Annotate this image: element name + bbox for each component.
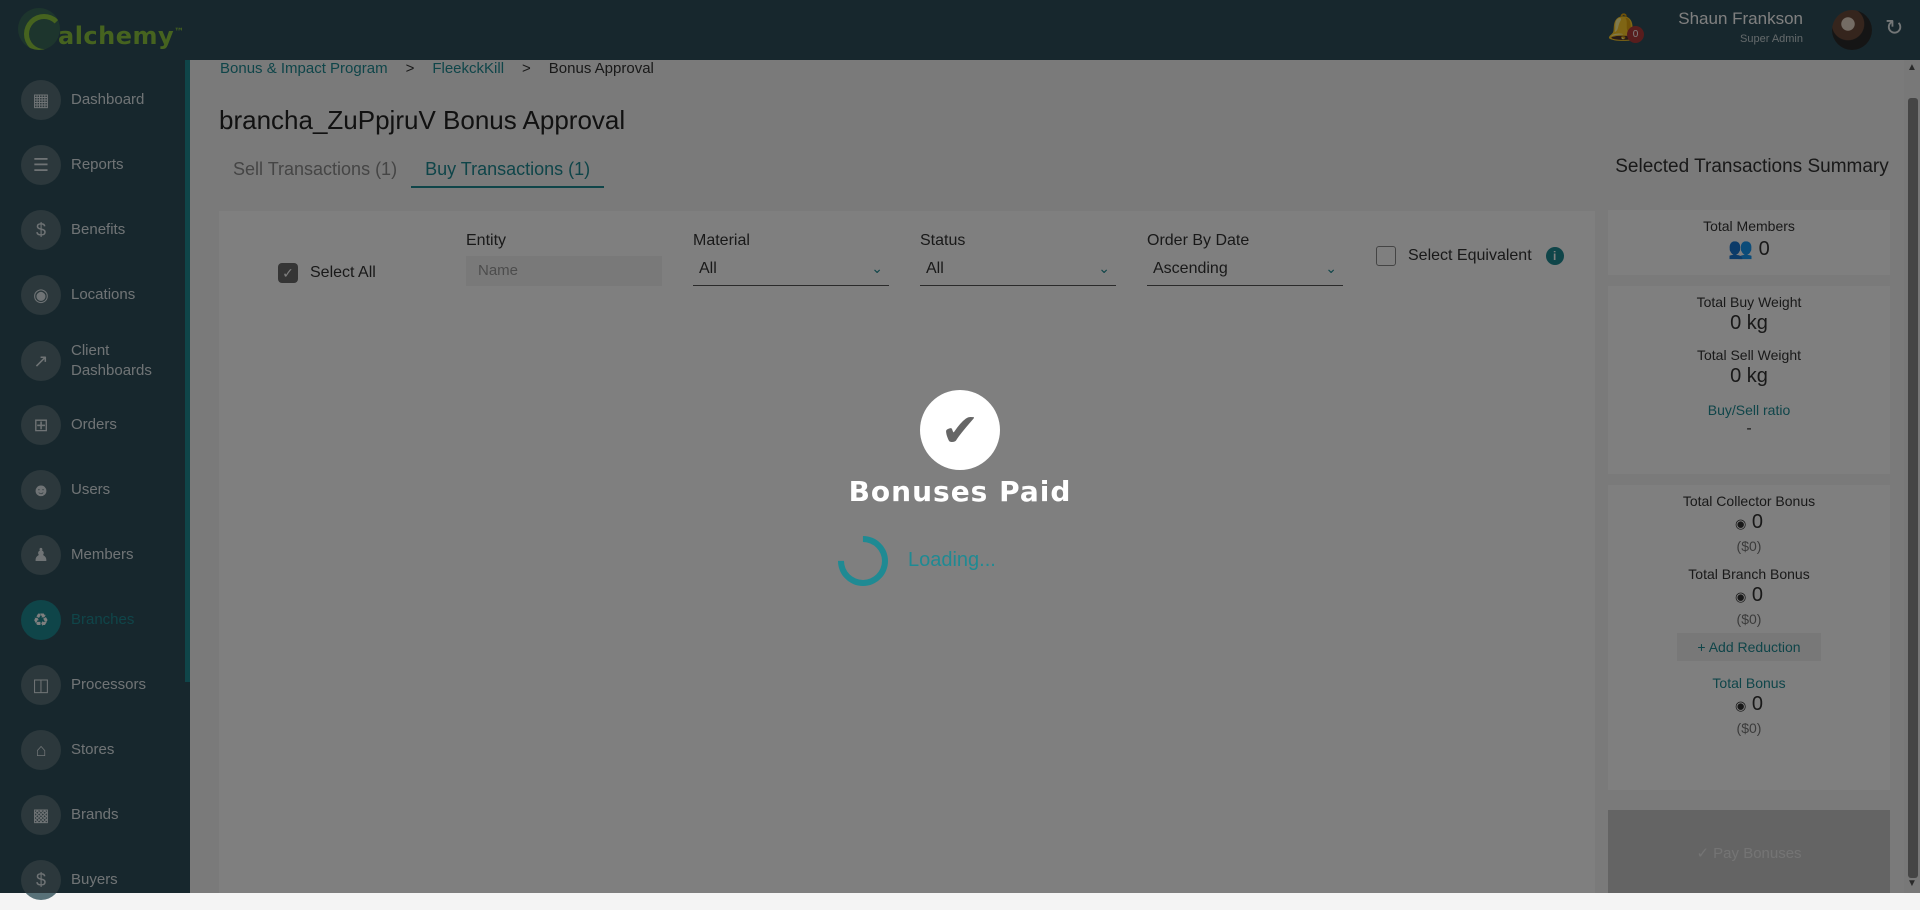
modal-title: Bonuses Paid	[848, 475, 1072, 508]
checkmark-icon: ✔	[920, 390, 1000, 470]
loading-text: Loading...	[908, 549, 996, 571]
